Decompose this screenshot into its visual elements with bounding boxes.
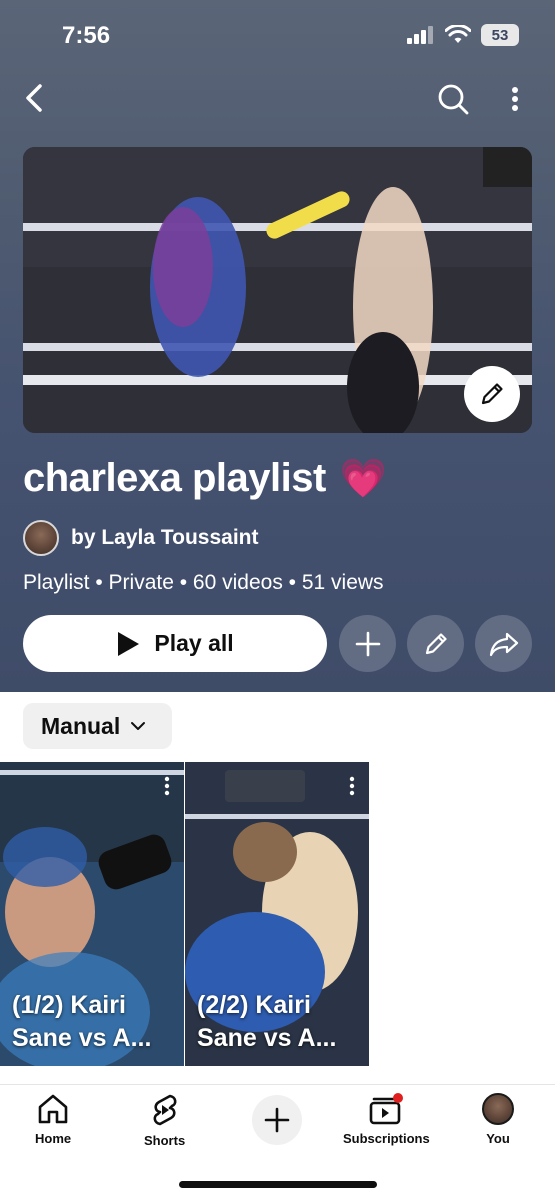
plus-icon bbox=[355, 631, 380, 656]
owner-avatar bbox=[23, 520, 59, 556]
nav-subscriptions-label: Subscriptions bbox=[343, 1131, 430, 1146]
signal-icon bbox=[407, 26, 433, 44]
nav-subscriptions[interactable]: Subscriptions bbox=[343, 1093, 430, 1146]
back-arrow-icon bbox=[26, 84, 42, 112]
playlist-owner[interactable]: by Layla Toussaint bbox=[23, 520, 259, 556]
more-options-button[interactable] bbox=[500, 80, 530, 118]
shorts-icon bbox=[153, 1094, 177, 1126]
home-icon bbox=[38, 1094, 68, 1124]
status-bar: 7:56 53 bbox=[0, 0, 555, 70]
status-time: 7:56 bbox=[62, 22, 111, 49]
pencil-icon bbox=[425, 632, 447, 654]
video-card[interactable]: (1/2) Kairi Sane vs A... bbox=[0, 762, 184, 1066]
pencil-icon bbox=[481, 383, 503, 405]
video-more-button[interactable] bbox=[160, 774, 174, 798]
video-title: (1/2) Kairi Sane vs A... bbox=[12, 991, 152, 1052]
share-icon bbox=[489, 632, 518, 656]
home-indicator bbox=[179, 1181, 377, 1188]
video-card[interactable]: (2/2) Kairi Sane vs A... bbox=[185, 762, 369, 1066]
more-vert-icon bbox=[164, 776, 170, 796]
edit-playlist-button[interactable] bbox=[407, 615, 464, 672]
sort-label: Manual bbox=[41, 712, 121, 739]
video-title: (2/2) Kairi Sane vs A... bbox=[197, 991, 337, 1052]
nav-you[interactable]: You bbox=[482, 1093, 514, 1146]
playlist-meta: Playlist • Private • 60 videos • 51 view… bbox=[23, 571, 384, 594]
more-vert-icon bbox=[349, 776, 355, 796]
profile-avatar bbox=[482, 1093, 514, 1125]
nav-home[interactable]: Home bbox=[35, 1093, 71, 1146]
search-button[interactable] bbox=[434, 80, 472, 118]
playlist-actions: Play all bbox=[23, 615, 532, 672]
battery-icon: 53 bbox=[481, 24, 519, 46]
chevron-down-icon bbox=[131, 722, 146, 730]
top-navigation bbox=[0, 76, 555, 120]
thumbnail-image bbox=[23, 147, 532, 433]
create-button[interactable] bbox=[252, 1095, 302, 1145]
heart-emoji: 💗 bbox=[339, 457, 388, 500]
plus-icon bbox=[264, 1107, 290, 1133]
wifi-icon bbox=[445, 25, 471, 43]
search-icon bbox=[438, 84, 469, 115]
status-icons: 53 bbox=[407, 24, 519, 46]
share-button[interactable] bbox=[475, 615, 532, 672]
playlist-title: charlexa playlist bbox=[23, 456, 326, 500]
nav-you-label: You bbox=[486, 1131, 510, 1146]
back-button[interactable] bbox=[16, 80, 52, 116]
playlist-title-row: charlexa playlist 💗 bbox=[23, 456, 387, 501]
subscriptions-icon bbox=[370, 1093, 404, 1125]
playlist-thumbnail[interactable] bbox=[23, 147, 532, 433]
bottom-navigation: Home Shorts Subscriptions You bbox=[0, 1084, 555, 1200]
edit-thumbnail-button[interactable] bbox=[464, 366, 520, 422]
owner-name: by Layla Toussaint bbox=[71, 526, 259, 549]
play-icon bbox=[118, 631, 140, 656]
nav-home-label: Home bbox=[35, 1131, 72, 1146]
video-more-button[interactable] bbox=[345, 774, 359, 798]
nav-shorts-label: Shorts bbox=[144, 1133, 186, 1148]
play-all-button[interactable]: Play all bbox=[23, 615, 327, 672]
sort-dropdown[interactable]: Manual bbox=[23, 703, 172, 749]
more-vert-icon bbox=[512, 87, 518, 111]
nav-shorts[interactable]: Shorts bbox=[144, 1093, 185, 1148]
add-to-queue-button[interactable] bbox=[339, 615, 396, 672]
play-all-label: Play all bbox=[154, 630, 234, 656]
